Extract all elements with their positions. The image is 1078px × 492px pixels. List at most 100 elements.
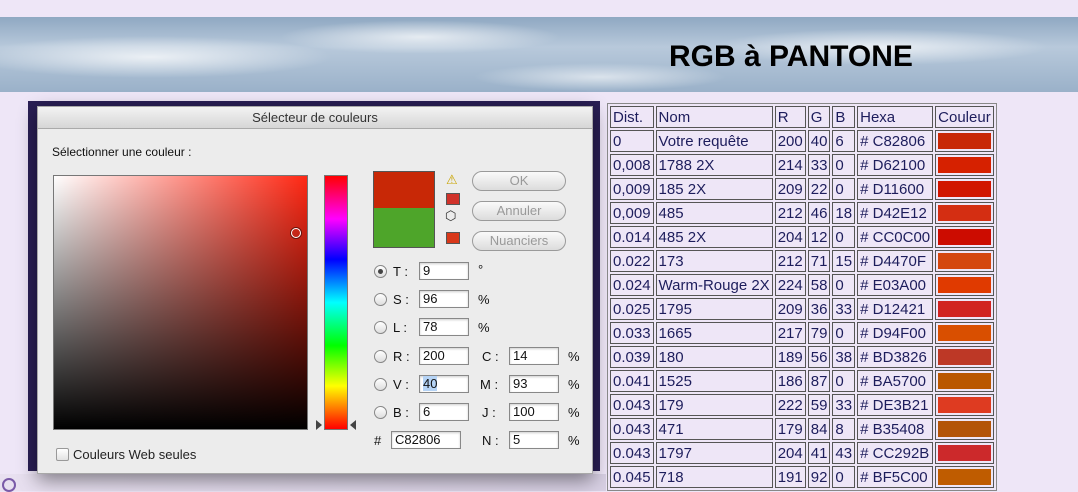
cell-dist: 0.039	[610, 346, 654, 368]
yellow-input[interactable]: 100	[509, 403, 559, 421]
cell-couleur	[935, 178, 994, 200]
cell-g: 40	[807, 130, 831, 152]
cell-nom: 471	[655, 418, 773, 440]
cancel-button[interactable]: Annuler	[472, 201, 566, 221]
cell-dist: 0.043	[610, 394, 654, 416]
lightness-radio[interactable]	[374, 321, 387, 334]
red-input[interactable]: 200	[419, 347, 469, 365]
cell-hexa: # E03A00	[857, 274, 934, 296]
web-colors-only-checkbox[interactable]	[56, 448, 69, 461]
hue-input[interactable]: 9	[419, 262, 469, 280]
table-row: 0.022 173 212 71 15 # D4470F	[610, 250, 994, 272]
cell-nom: Warm-Rouge 2X	[655, 274, 773, 296]
cell-g: 41	[807, 442, 831, 464]
cell-dist: 0,008	[610, 154, 654, 176]
page-margin	[1006, 101, 1078, 491]
previous-color-swatch[interactable]	[373, 208, 435, 248]
cell-hexa: # C82806	[857, 130, 934, 152]
saturation-brightness-field[interactable]	[53, 175, 308, 430]
column-header-hexa: Hexa	[857, 106, 934, 128]
cell-couleur	[935, 442, 994, 464]
cell-g: 46	[807, 202, 831, 224]
cell-b: 0	[832, 274, 856, 296]
hex-input[interactable]: C82806	[391, 431, 461, 449]
column-header-dist: Dist.	[610, 106, 654, 128]
red-radio[interactable]	[374, 350, 387, 363]
cell-hexa: # CC0C00	[857, 226, 934, 248]
cell-nom: 185 2X	[655, 178, 773, 200]
cyan-unit: %	[568, 349, 580, 364]
blue-radio[interactable]	[374, 406, 387, 419]
cell-dist: 0.041	[610, 370, 654, 392]
cell-nom: 1795	[655, 298, 773, 320]
column-header-nom: Nom	[655, 106, 773, 128]
table-row: 0.033 1665 217 79 0 # D94F00	[610, 322, 994, 344]
saturation-label: S :	[393, 292, 409, 307]
cell-b: 0	[832, 226, 856, 248]
table-header-row: Dist. Nom R G B Hexa Couleur	[610, 106, 994, 128]
green-radio[interactable]	[374, 378, 387, 391]
lightness-input[interactable]: 78	[419, 318, 469, 336]
cell-hexa: # D94F00	[857, 322, 934, 344]
color-swatch	[938, 349, 991, 365]
cell-b: 33	[832, 394, 856, 416]
cell-dist: 0.025	[610, 298, 654, 320]
ok-button[interactable]: OK	[472, 171, 566, 191]
hue-slider-right-arrow-icon[interactable]	[350, 420, 356, 430]
color-swatch	[938, 421, 991, 437]
cell-couleur	[935, 466, 994, 488]
hue-unit: °	[478, 262, 484, 277]
black-input[interactable]: 5	[509, 431, 559, 449]
cell-g: 56	[807, 346, 831, 368]
green-input[interactable]: 40	[419, 375, 469, 393]
out-of-gamut-swatch[interactable]	[446, 193, 460, 205]
pantone-results-table: Dist. Nom R G B Hexa Couleur 0 Votre requ…	[607, 103, 997, 491]
cyan-input[interactable]: 14	[509, 347, 559, 365]
cell-couleur	[935, 298, 994, 320]
swatches-button[interactable]: Nuanciers	[472, 231, 566, 251]
cell-g: 59	[807, 394, 831, 416]
cell-nom: 718	[655, 466, 773, 488]
cell-r: 209	[774, 298, 806, 320]
new-color-swatch	[373, 171, 435, 208]
hue-radio[interactable]	[374, 265, 387, 278]
cell-nom: 485	[655, 202, 773, 224]
magenta-label: M :	[480, 377, 499, 392]
cell-nom: 1788 2X	[655, 154, 773, 176]
cell-couleur	[935, 226, 994, 248]
table-row: 0,009 485 212 46 18 # D42E12	[610, 202, 994, 224]
column-header-b: B	[832, 106, 856, 128]
magenta-input[interactable]: 93	[509, 375, 559, 393]
lightness-label: L :	[393, 320, 407, 335]
cell-hexa: # D12421	[857, 298, 934, 320]
cell-hexa: # BF5C00	[857, 466, 934, 488]
cell-r: 191	[774, 466, 806, 488]
cell-b: 18	[832, 202, 856, 224]
hue-slider-left-arrow-icon[interactable]	[316, 420, 322, 430]
column-header-g: G	[807, 106, 831, 128]
color-marker[interactable]	[291, 228, 301, 238]
green-label: V :	[393, 377, 409, 392]
web-safe-swatch[interactable]	[446, 232, 460, 244]
saturation-radio[interactable]	[374, 293, 387, 306]
background-footer	[0, 474, 606, 491]
cell-b: 8	[832, 418, 856, 440]
cell-r: 186	[774, 370, 806, 392]
cell-r: 212	[774, 202, 806, 224]
dialog-title[interactable]: Sélecteur de couleurs	[38, 107, 592, 129]
cell-g: 92	[807, 466, 831, 488]
cell-r: 204	[774, 442, 806, 464]
page-banner	[0, 17, 1078, 92]
column-header-r: R	[774, 106, 806, 128]
cell-b: 0	[832, 178, 856, 200]
color-swatch	[938, 277, 991, 293]
hue-slider[interactable]	[324, 175, 348, 430]
yellow-label: J :	[482, 405, 496, 420]
web-cube-icon: ⬡	[445, 209, 457, 224]
yellow-unit: %	[568, 405, 580, 420]
saturation-input[interactable]: 96	[419, 290, 469, 308]
table-row: 0.024 Warm-Rouge 2X 224 58 0 # E03A00	[610, 274, 994, 296]
cell-b: 0	[832, 370, 856, 392]
cell-dist: 0.045	[610, 466, 654, 488]
blue-input[interactable]: 6	[419, 403, 469, 421]
